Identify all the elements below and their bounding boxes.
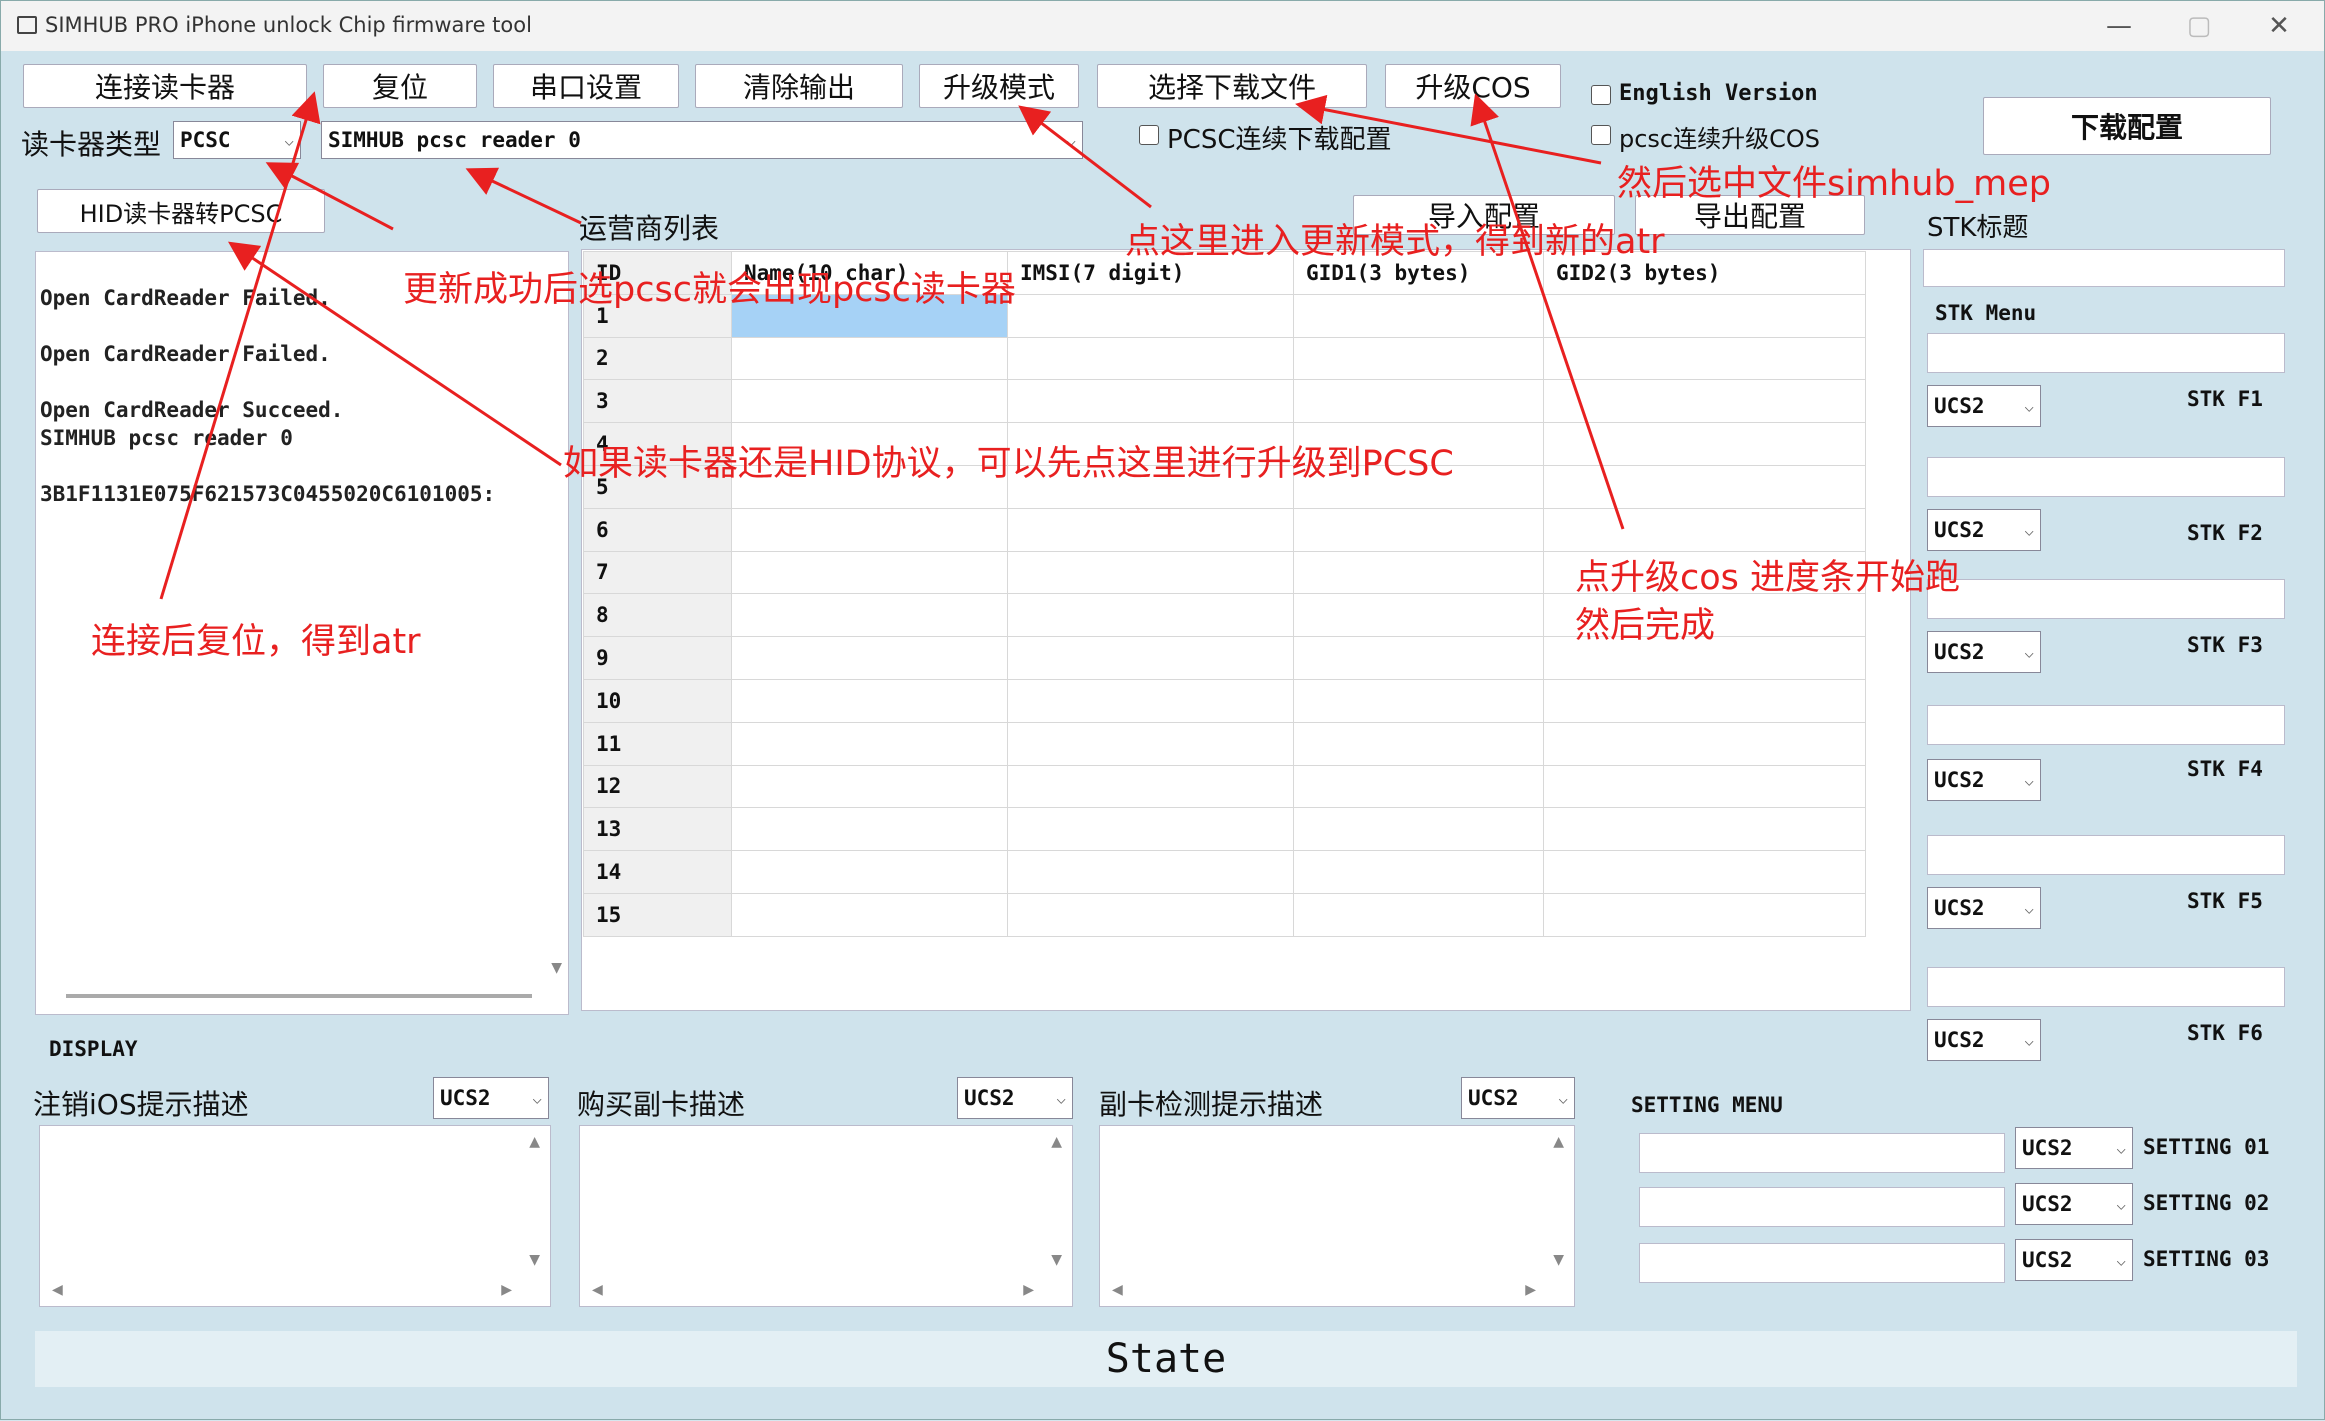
app-window: SIMHUB PRO iPhone unlock Chip firmware t… [0,0,2325,1420]
annotation-upgrade-cos-line2: 然后完成 [1575,606,1716,646]
arrow [1470,93,1625,530]
arrow [1295,94,1602,165]
annotation-hid-upgrade: 如果读卡器还是HID协议，可以先点这里进行升级到PCSC [563,444,1454,484]
annotation-upgrade-mode: 点这里进入更新模式，得到新的atr [1125,222,1665,262]
annotation-pcsc-reader: 更新成功后选pcsc就会出现pcsc读卡器 [403,270,1016,310]
arrow [465,167,582,225]
annotation-connect-reset: 连接后复位，得到atr [91,622,421,662]
arrow [1018,105,1152,209]
annotation-select-file: 然后选中文件simhub_mep [1617,164,2051,204]
annotation-upgrade-cos-line1: 点升级cos 进度条开始跑 [1575,558,1961,598]
arrow [159,91,321,600]
